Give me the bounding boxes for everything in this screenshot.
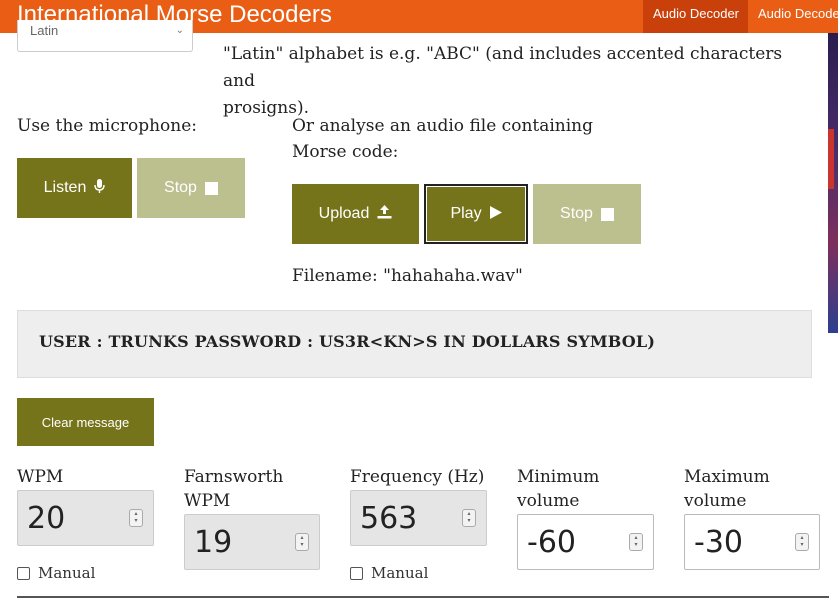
max-volume-value: -30 [694, 524, 743, 560]
microphone-icon [94, 178, 106, 198]
upload-icon [377, 205, 392, 223]
stop-square-icon [600, 207, 614, 221]
listen-button[interactable]: Listen [17, 158, 132, 218]
microphone-label: Use the microphone: [17, 116, 198, 136]
spinner-arrows-icon[interactable]: ▴ ▾ [295, 533, 309, 551]
min-volume-value: -60 [527, 524, 576, 560]
mic-stop-label: Stop [164, 179, 197, 196]
farnsworth-input[interactable]: 19 ▴ ▾ [184, 514, 320, 570]
play-button[interactable]: Play [424, 184, 528, 244]
max-volume-input[interactable]: -30 ▴ ▾ [684, 514, 820, 570]
wpm-value: 20 [27, 500, 66, 536]
alphabet-select[interactable]: Latin ⌄ [17, 20, 193, 52]
chevron-down-icon: ⌄ [175, 25, 184, 36]
filename-text: Filename: "hahahaha.wav" [292, 266, 523, 286]
wpm-manual-row: Manual [17, 564, 95, 582]
spinner-arrows-icon[interactable]: ▴ ▾ [795, 533, 809, 551]
play-button-label: Play [450, 205, 482, 222]
side-decoration-image [828, 33, 838, 333]
file-stop-button[interactable]: Stop [533, 184, 641, 244]
frequency-manual-label: Manual [371, 564, 429, 582]
listen-button-label: Listen [43, 179, 87, 196]
frequency-input[interactable]: 563 ▴ ▾ [350, 490, 487, 546]
frequency-label: Frequency (Hz) [350, 467, 485, 487]
wpm-manual-checkbox[interactable] [17, 566, 30, 580]
wpm-input[interactable]: 20 ▴ ▾ [17, 490, 154, 546]
frequency-value: 563 [360, 500, 418, 536]
clear-message-button[interactable]: Clear message [17, 398, 154, 446]
frequency-manual-checkbox[interactable] [350, 566, 363, 580]
wpm-label: WPM [17, 467, 64, 487]
decoded-message-text: USER : TRUNKS PASSWORD : US3R<KN>S IN DO… [39, 332, 656, 351]
farnsworth-value: 19 [194, 524, 233, 560]
intro-line-1: "Latin" alphabet is e.g. "ABC" (and incl… [223, 44, 783, 91]
max-volume-label: Maximum volume [684, 467, 770, 511]
min-volume-input[interactable]: -60 ▴ ▾ [517, 514, 654, 570]
file-stop-label: Stop [560, 205, 593, 222]
mic-stop-button[interactable]: Stop [137, 158, 245, 218]
alphabet-select-value: Latin [30, 23, 59, 38]
spinner-arrows-icon[interactable]: ▴ ▾ [129, 509, 143, 527]
farnsworth-label: Farnsworth WPM [184, 467, 284, 511]
decoded-message-box: USER : TRUNKS PASSWORD : US3R<KN>S IN DO… [17, 310, 812, 378]
intro-text: "Latin" alphabet is e.g. "ABC" (and incl… [223, 20, 813, 122]
play-triangle-icon [489, 205, 502, 223]
min-volume-label: Minimum volume [517, 467, 600, 511]
file-label: Or analyse an audio file containing Mors… [292, 116, 594, 162]
spinner-arrows-icon[interactable]: ▴ ▾ [462, 509, 476, 527]
frequency-manual-row: Manual [350, 564, 428, 582]
spinner-arrows-icon[interactable]: ▴ ▾ [629, 533, 643, 551]
wpm-manual-label: Manual [38, 564, 96, 582]
stop-square-icon [204, 181, 218, 195]
upload-button[interactable]: Upload [292, 184, 419, 244]
intro-cut-line [223, 20, 813, 33]
upload-button-label: Upload [318, 205, 370, 222]
